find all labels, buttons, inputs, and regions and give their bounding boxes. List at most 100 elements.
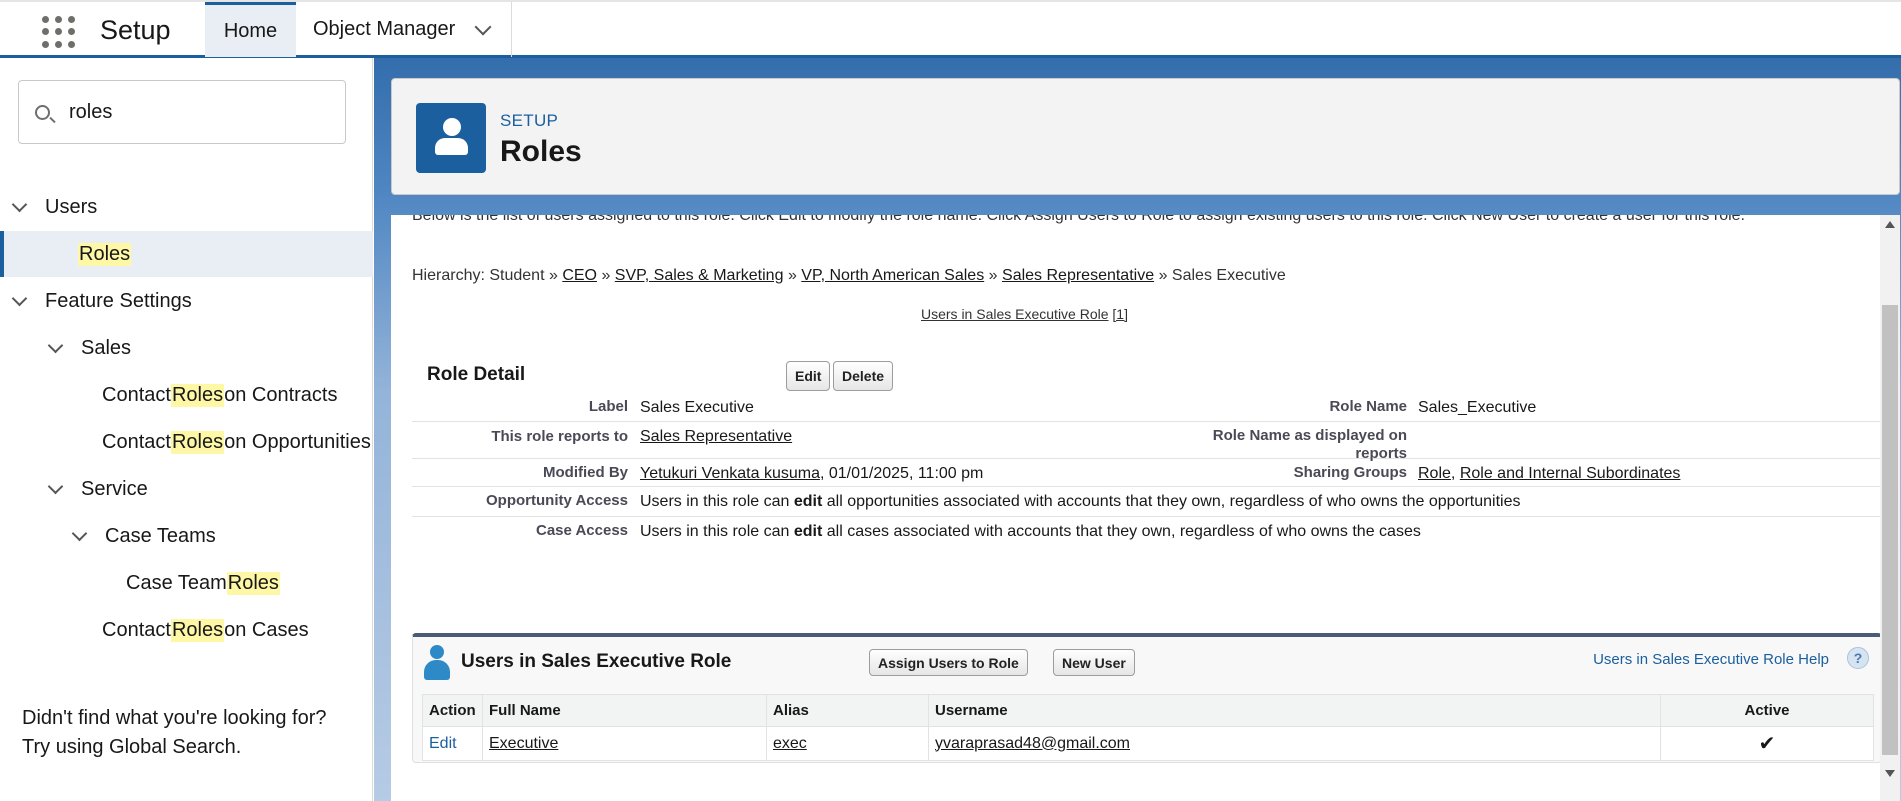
column-header-alias[interactable]: Alias <box>766 694 929 727</box>
opportunity-access-pre: Users in this role can <box>640 493 790 510</box>
opportunity-access-post: all opportunities associated with accoun… <box>826 493 1521 510</box>
global-header: Setup Home Object Manager <box>0 0 1901 58</box>
frame-scrollbar[interactable] <box>1880 215 1900 801</box>
sidebar-item-label-suffix: on Contracts <box>224 383 338 406</box>
opportunity-access-level: edit <box>793 493 823 510</box>
sharing-group-subordinates-link[interactable]: Role and Internal Subordinates <box>1460 465 1681 482</box>
hierarchy-prefix: Hierarchy: Student » <box>412 267 558 284</box>
role-name-field-label: Role Name <box>1329 398 1407 415</box>
sidebar-footer: Didn't find what you're looking for? Try… <box>22 704 326 762</box>
tab-home-label: Home <box>223 19 278 42</box>
delete-button[interactable]: Delete <box>833 361 894 391</box>
page-description: Below is the list of users assigned to t… <box>412 215 1745 224</box>
role-name-field-value: Sales_Executive <box>1418 399 1537 416</box>
modified-by-field-value: Yetukuri Venkata kusuma, 01/01/2025, 11:… <box>640 465 983 483</box>
modified-by-user-link[interactable]: Yetukuri Venkata kusuma <box>640 465 820 482</box>
edit-button[interactable]: Edit <box>786 361 831 391</box>
sharing-groups-field-value: Role, Role and Internal Subordinates <box>1418 465 1680 483</box>
users-section-title: Users in Sales Executive Role <box>461 651 732 672</box>
case-access-pre: Users in this role can <box>640 523 790 540</box>
assign-users-to-role-button[interactable]: Assign Users to Role <box>869 649 1028 676</box>
hierarchy-link-svp[interactable]: SVP, Sales & Marketing <box>615 267 784 284</box>
page-header: SETUP Roles <box>391 78 1900 195</box>
sidebar-item-feature-settings[interactable]: Feature Settings <box>0 278 373 324</box>
sidebar-item-case-team-roles[interactable]: Case Team Roles <box>0 560 373 606</box>
users-in-role-link-label[interactable]: Users in Sales Executive Role <box>921 306 1109 322</box>
role-name-displayed-line1: Role Name as displayed on <box>1212 427 1407 444</box>
sidebar-item-label-prefix: Case Team <box>126 571 227 594</box>
detail-row-modified-by: Modified By Yetukuri Venkata kusuma, 01/… <box>412 459 1882 487</box>
chevron-down-icon[interactable] <box>47 478 64 494</box>
role-detail-title: Role Detail <box>427 364 526 385</box>
opportunity-access-field-value: Users in this role can edit all opportun… <box>640 493 1520 511</box>
user-icon <box>421 645 453 681</box>
app-launcher-icon[interactable] <box>40 14 76 50</box>
chevron-down-icon[interactable] <box>11 290 28 306</box>
sidebar-item-service[interactable]: Service <box>0 466 373 512</box>
quick-find-value[interactable]: roles <box>69 101 112 124</box>
sidebar-item-label: Case Teams <box>105 524 216 547</box>
role-detail-frame: Below is the list of users assigned to t… <box>391 215 1900 801</box>
tab-home[interactable]: Home <box>205 2 296 57</box>
column-header-active[interactable]: Active <box>1660 694 1874 727</box>
search-highlight: Roles <box>170 383 225 407</box>
row-username-link[interactable]: yvaraprasad48@gmail.com <box>935 735 1130 752</box>
sidebar-item-roles[interactable]: Roles <box>0 231 373 277</box>
sidebar-item-label-suffix: on Cases <box>224 618 309 641</box>
help-icon[interactable]: ? <box>1847 647 1869 669</box>
chevron-down-icon[interactable] <box>47 337 64 353</box>
chevron-down-icon[interactable] <box>71 525 88 541</box>
chevron-down-icon[interactable] <box>11 196 28 212</box>
sidebar-item-sales[interactable]: Sales <box>0 325 373 371</box>
sidebar-item-label: Feature Settings <box>45 289 192 312</box>
sharing-group-role-link[interactable]: Role <box>1418 465 1451 482</box>
row-alias-link[interactable]: exec <box>773 735 807 752</box>
tab-object-manager[interactable]: Object Manager <box>296 2 512 57</box>
sharing-groups-field-label: Sharing Groups <box>1293 464 1407 481</box>
users-in-role-link[interactable]: Users in Sales Executive Role [1] <box>921 306 1128 322</box>
row-edit-link[interactable]: Edit <box>422 726 483 761</box>
sidebar-item-contact-roles-on-contracts[interactable]: Contact Roles on Contracts <box>0 372 373 418</box>
case-access-field-label: Case Access <box>535 522 628 539</box>
users-section-help-link[interactable]: Users in Sales Executive Role Help <box>1593 651 1829 668</box>
scroll-thumb[interactable] <box>1882 305 1898 755</box>
sidebar-item-users[interactable]: Users <box>0 184 373 230</box>
reports-to-link[interactable]: Sales Representative <box>640 428 792 446</box>
hierarchy-link-ceo[interactable]: CEO <box>562 267 597 284</box>
case-access-level: edit <box>793 523 823 540</box>
search-icon <box>35 105 50 120</box>
tab-object-manager-label: Object Manager <box>313 18 456 40</box>
column-header-action: Action <box>422 694 483 727</box>
sidebar-item-label: Users <box>45 195 98 218</box>
hierarchy-link-vp[interactable]: VP, North American Sales <box>801 267 984 284</box>
users-in-role-section: Users in Sales Executive Role Assign Use… <box>412 633 1882 763</box>
hierarchy-current: Sales Executive <box>1171 267 1286 284</box>
sidebar-item-label-prefix: Contact <box>102 383 171 406</box>
modified-by-date: , 01/01/2025, 11:00 pm <box>819 465 984 482</box>
hierarchy-sep: » <box>988 267 998 284</box>
scroll-up-icon[interactable] <box>1885 221 1895 228</box>
scroll-down-icon[interactable] <box>1885 770 1895 777</box>
sidebar-item-contact-roles-on-cases[interactable]: Contact Roles on Cases <box>0 607 373 653</box>
column-header-username[interactable]: Username <box>928 694 1661 727</box>
quick-find-input[interactable]: roles <box>18 80 346 144</box>
hierarchy-link-sales-rep[interactable]: Sales Representative <box>1002 267 1154 284</box>
row-username: yvaraprasad48@gmail.com <box>928 726 1661 761</box>
hierarchy-sep: » <box>601 267 611 284</box>
sidebar-item-contact-roles-on-opportunities[interactable]: Contact Roles on Opportunities <box>0 419 373 465</box>
table-row: Edit Executive exec yvaraprasad48@gmail.… <box>422 726 1874 761</box>
search-highlight: Roles <box>170 430 225 454</box>
modified-by-field-label: Modified By <box>543 464 628 481</box>
row-full-name-link[interactable]: Executive <box>489 735 558 752</box>
role-name-displayed-field-label: Role Name as displayed on reports <box>1213 427 1407 463</box>
column-header-full-name[interactable]: Full Name <box>482 694 767 727</box>
table-header-row: Action Full Name Alias Username Active <box>422 694 1874 727</box>
sidebar-item-case-teams[interactable]: Case Teams <box>0 513 373 559</box>
search-highlight: Roles <box>78 242 132 266</box>
chevron-down-icon[interactable] <box>474 18 492 35</box>
row-active-checkmark-icon: ✔ <box>1660 726 1874 761</box>
sidebar-footer-line2: Try using Global Search. <box>22 736 242 758</box>
users-in-role-count[interactable]: [1] <box>1112 306 1128 322</box>
detail-row-label: Label Sales Executive Role Name Sales_Ex… <box>412 393 1882 422</box>
new-user-button[interactable]: New User <box>1053 649 1135 676</box>
